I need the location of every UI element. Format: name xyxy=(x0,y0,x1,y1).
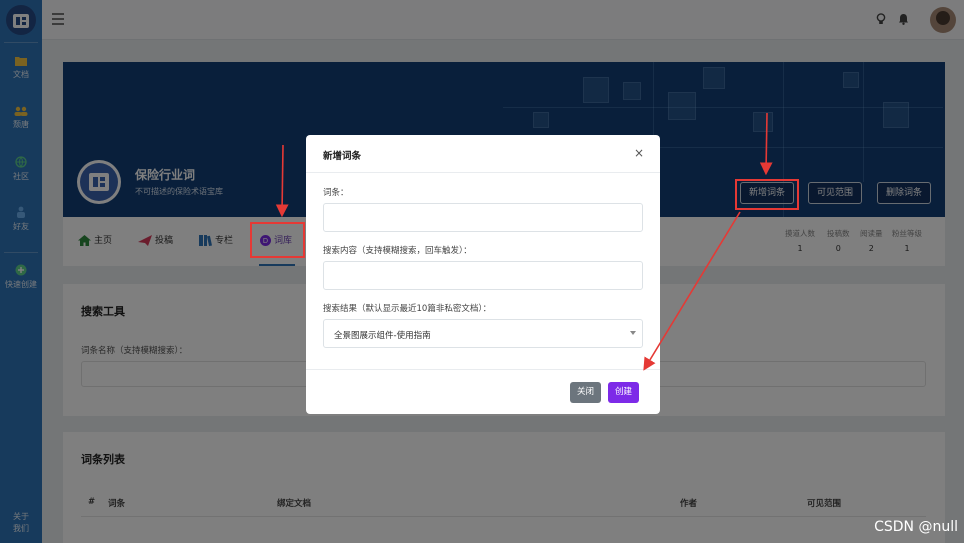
annotation-arrow xyxy=(759,112,773,176)
annotation-arrow xyxy=(275,144,289,218)
watermark: CSDN @null xyxy=(874,519,958,535)
annotation-arrow xyxy=(643,211,741,371)
annotation-arrows xyxy=(275,112,773,371)
